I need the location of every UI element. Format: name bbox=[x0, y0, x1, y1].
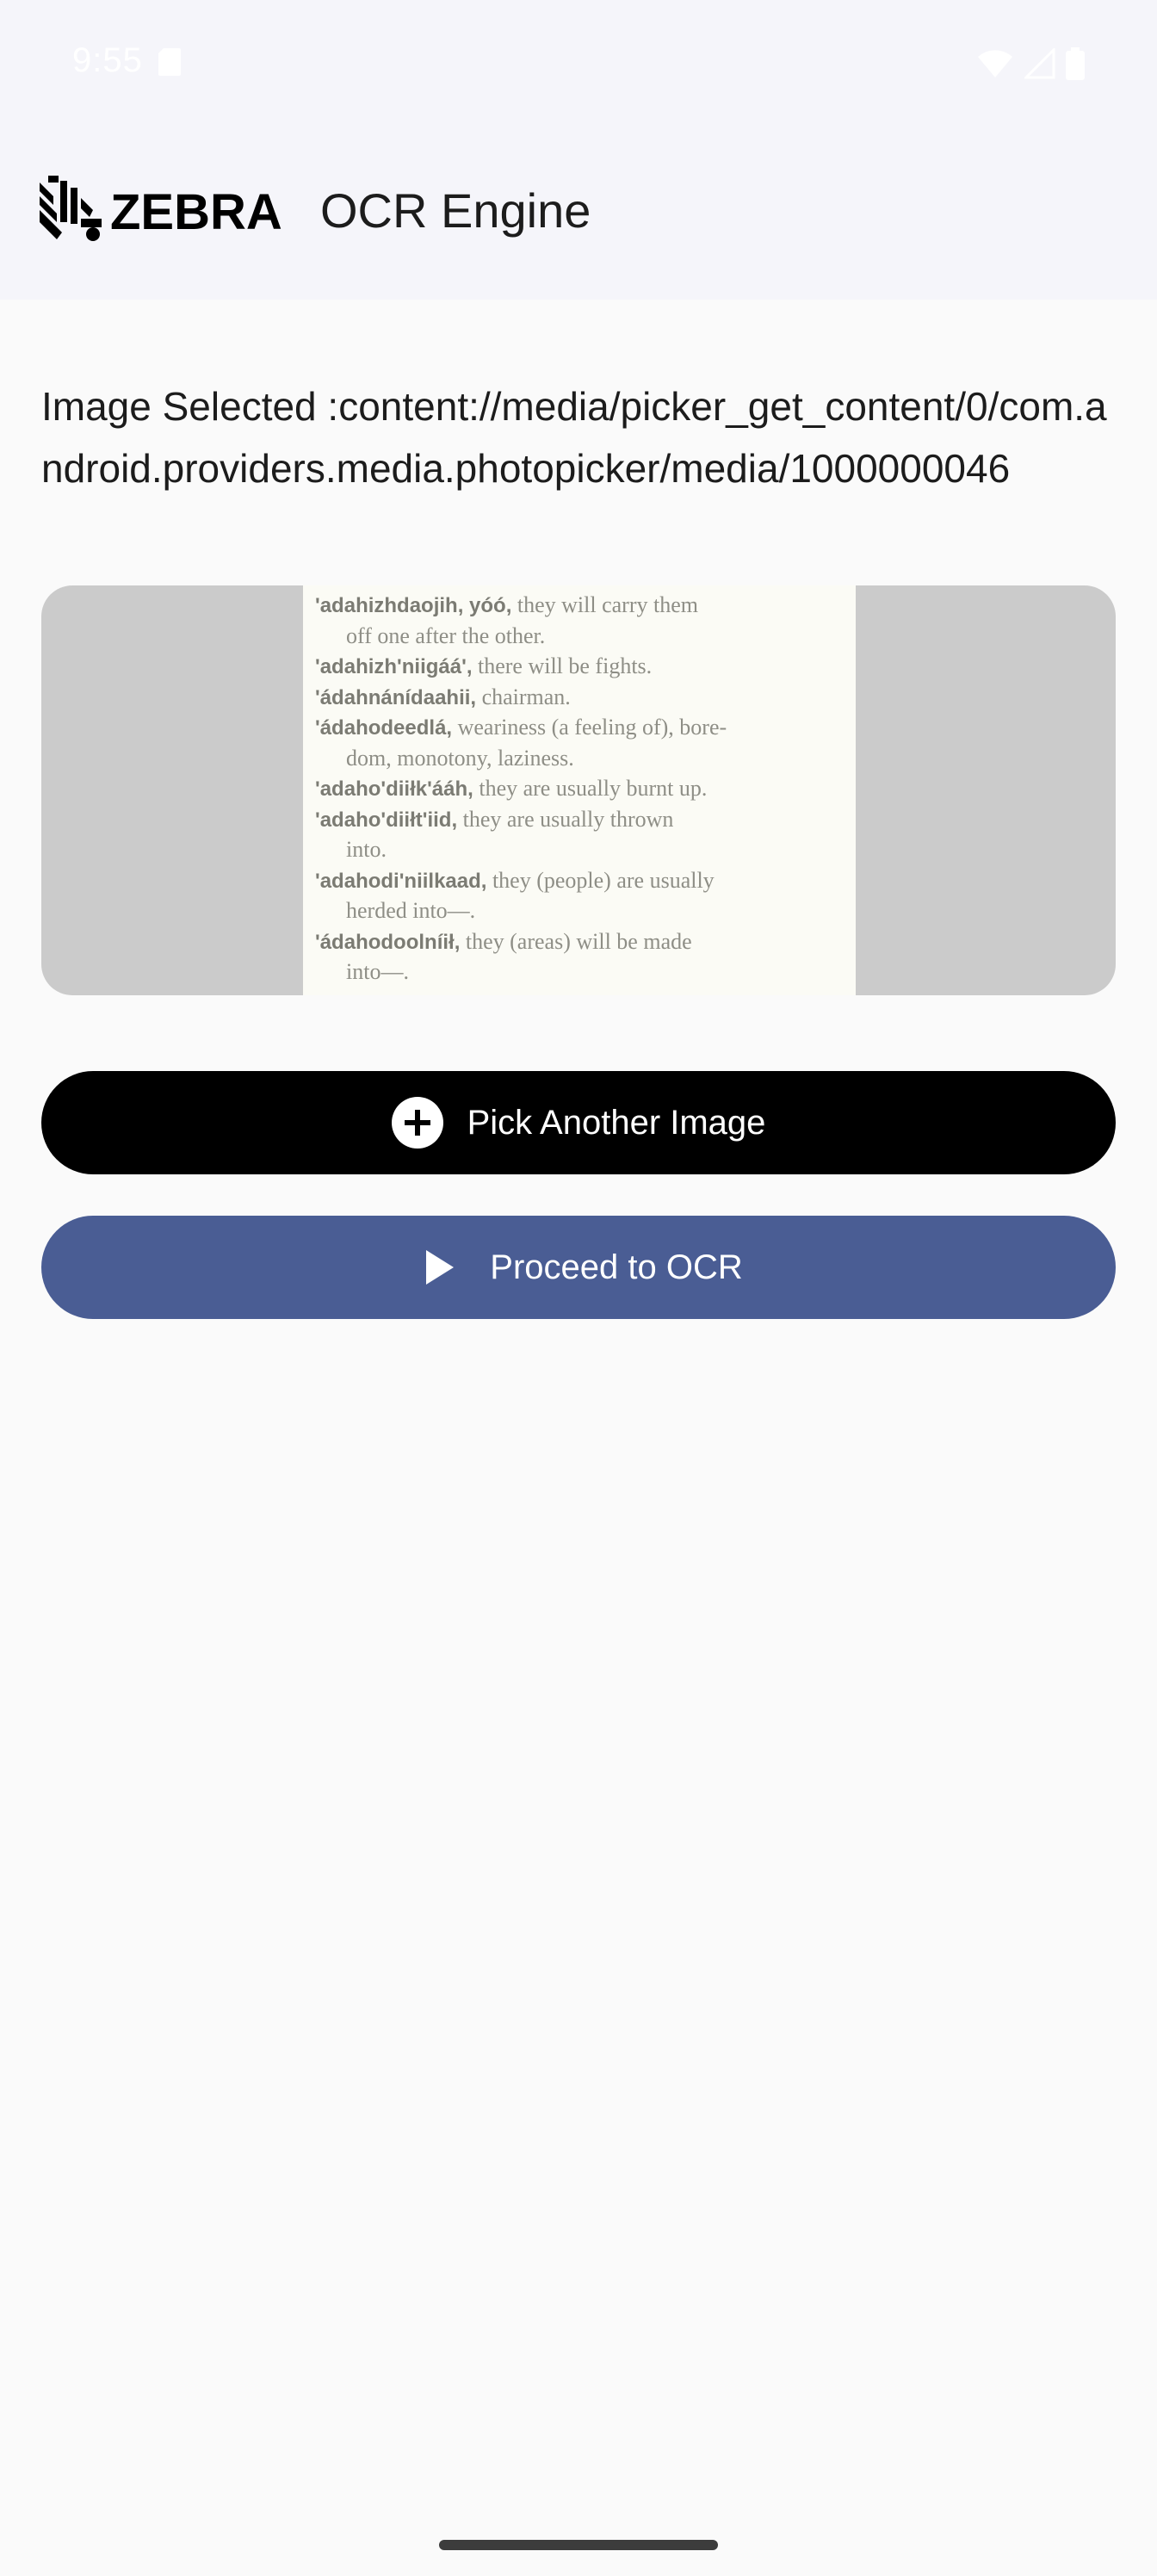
preview-line: 'adaho'diiłk'ááh, they are usually burnt… bbox=[315, 776, 707, 802]
preview-term: 'ádahodoolníił, bbox=[315, 930, 461, 954]
preview-definition: they (people) are usually bbox=[486, 867, 715, 893]
sd-card-icon bbox=[158, 48, 181, 76]
preview-line: into—. bbox=[346, 959, 409, 985]
preview-line: dom, monotony, laziness. bbox=[346, 746, 574, 771]
image-selected-path: Image Selected :content://media/picker_g… bbox=[41, 384, 1107, 491]
app-bar: ZEBRA OCR Engine bbox=[0, 129, 1157, 300]
app-title: OCR Engine bbox=[320, 183, 591, 238]
proceed-to-ocr-label: Proceed to OCR bbox=[490, 1248, 743, 1286]
screen: 9:55 ZEBRA OCR Engine Image Selected:co… bbox=[0, 0, 1157, 2576]
preview-line: 'adaho'diiłt'iid, they are usually throw… bbox=[315, 807, 673, 833]
preview-definition: herded into—. bbox=[346, 898, 476, 923]
preview-line: into. bbox=[346, 837, 387, 863]
preview-definition: they are usually burnt up. bbox=[473, 776, 708, 801]
preview-definition: they are usually thrown bbox=[457, 806, 674, 832]
preview-line: 'ádahodeedlá, weariness (a feeling of), … bbox=[315, 715, 727, 741]
home-indicator[interactable] bbox=[439, 2540, 718, 2550]
svg-text:ZEBRA: ZEBRA bbox=[110, 184, 282, 240]
preview-definition: weariness (a feeling of), bore- bbox=[452, 715, 727, 740]
preview-definition: off one after the other. bbox=[346, 622, 546, 648]
preview-term: 'adahodi'niilkaad, bbox=[315, 869, 487, 893]
proceed-to-ocr-button[interactable]: Proceed to OCR bbox=[41, 1216, 1116, 1319]
preview-line: 'adahodi'niilkaad, they (people) are usu… bbox=[315, 868, 715, 895]
preview-definition: there will be fights. bbox=[472, 653, 653, 678]
preview-line: 'adahizh'niigáá', there will be fights. bbox=[315, 653, 652, 680]
add-circle-icon bbox=[391, 1097, 443, 1149]
preview-term: 'adahizh'niigáá', bbox=[315, 655, 473, 678]
preview-term: 'ádahnánídaahii, bbox=[315, 685, 477, 709]
preview-line: 'adahizhdaojih, yóó, they will carry the… bbox=[315, 592, 698, 619]
play-icon bbox=[414, 1242, 466, 1293]
zebra-logo: ZEBRA bbox=[40, 176, 282, 241]
cell-signal-icon bbox=[1024, 48, 1055, 79]
pick-another-image-label: Pick Another Image bbox=[467, 1103, 766, 1142]
preview-definition: they will carry them bbox=[511, 592, 698, 617]
preview-definition: they (areas) will be made bbox=[460, 928, 692, 954]
wifi-icon bbox=[978, 50, 1012, 77]
preview-line: 'ádahodoolníił, they (areas) will be mad… bbox=[315, 929, 692, 956]
battery-icon bbox=[1066, 47, 1085, 80]
status-icons bbox=[976, 46, 1085, 81]
preview-definition: into. bbox=[346, 837, 387, 862]
preview-line: off one after the other. bbox=[346, 623, 545, 649]
preview-definition: chairman. bbox=[476, 684, 571, 709]
status-bar: 9:55 bbox=[0, 0, 1157, 129]
image-preview: 'adahizhdaojih, yóó, they will carry the… bbox=[41, 585, 1116, 995]
preview-term: 'ádahodeedlá, bbox=[315, 716, 453, 740]
pick-another-image-button[interactable]: Pick Another Image bbox=[41, 1071, 1116, 1174]
preview-term: 'adahizhdaojih, yóó, bbox=[315, 594, 512, 617]
selected-document-image: 'adahizhdaojih, yóó, they will carry the… bbox=[303, 585, 856, 995]
preview-definition: dom, monotony, laziness. bbox=[346, 745, 574, 771]
preview-term: 'adaho'diiłk'ááh, bbox=[315, 777, 473, 801]
preview-line: 'ádahnánídaahii, chairman. bbox=[315, 684, 571, 711]
preview-line: herded into—. bbox=[346, 898, 475, 924]
preview-term: 'adaho'diiłt'iid, bbox=[315, 808, 458, 832]
preview-definition: into—. bbox=[346, 959, 409, 984]
status-time: 9:55 bbox=[72, 41, 143, 79]
